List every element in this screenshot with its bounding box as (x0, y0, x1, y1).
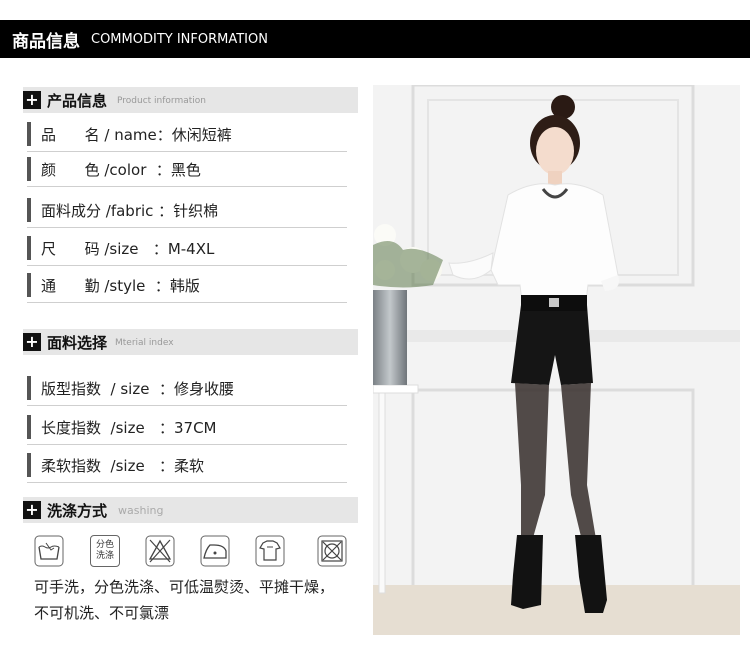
divider (27, 151, 347, 152)
row-marker (27, 122, 31, 146)
material-row: 柔软指数 /size ：柔软 (27, 451, 347, 483)
material-row: 长度指数 /size ：37CM (27, 413, 347, 445)
divider (27, 186, 347, 187)
section-subtitle: Mterial index (115, 338, 174, 348)
divider (27, 482, 347, 483)
wash-description-2: 不可机洗、不可氯漂 (34, 604, 170, 622)
divider (27, 405, 347, 406)
low-iron-icon (200, 535, 230, 567)
section-title: 面料选择 (47, 334, 108, 352)
row-marker (27, 376, 31, 400)
section-product-info: + 产品信息 Product information (23, 87, 358, 113)
material-row-text: 版型指数 / size ：修身收腰 (41, 380, 234, 398)
row-marker (27, 273, 31, 297)
row-marker (27, 453, 31, 477)
row-marker (27, 415, 31, 439)
divider (27, 265, 347, 266)
section-subtitle: washing (118, 504, 164, 517)
page-header: 商品信息 COMMODITY INFORMATION (0, 20, 750, 58)
row-marker (27, 157, 31, 181)
header-title-cn: 商品信息 (12, 32, 80, 52)
no-tumble-icon (317, 535, 347, 567)
info-row-text: 面料成分 /fabric ：针织棉 (41, 202, 219, 220)
material-row-text: 柔软指数 /size ：柔软 (41, 457, 204, 475)
section-material: + 面料选择 Mterial index (23, 329, 358, 355)
product-photo (373, 85, 740, 635)
info-row: 面料成分 /fabric ：针织棉 (27, 196, 347, 228)
plus-icon: + (23, 333, 41, 351)
separate-wash-icon: 分色 洗涤 (90, 535, 120, 567)
info-row-text: 尺 码 /size ：M-4XL (41, 240, 215, 258)
section-title: 产品信息 (47, 92, 108, 110)
material-row-text: 长度指数 /size ：37CM (41, 419, 217, 437)
no-bleach-icon (145, 535, 175, 567)
section-title: 洗涤方式 (47, 502, 108, 520)
info-row: 尺 码 /size ：M-4XL (27, 234, 347, 266)
row-marker (27, 198, 31, 222)
icon-text: 分色 (95, 540, 114, 550)
material-row: 版型指数 / size ：修身收腰 (27, 374, 347, 406)
divider (27, 444, 347, 445)
hand-wash-icon (34, 535, 64, 567)
section-subtitle: Product information (117, 96, 206, 106)
info-row: 通 勤 /style ：韩版 (27, 271, 347, 303)
header-title-en: COMMODITY INFORMATION (91, 32, 268, 47)
plus-icon: + (23, 501, 41, 519)
info-row: 颜 色 /color ：黑色 (27, 155, 347, 187)
dry-flat-icon (255, 535, 285, 567)
info-row-text: 颜 色 /color ：黑色 (41, 161, 201, 179)
info-row: 品 名 / name：休闲短裤 (27, 120, 347, 152)
row-marker (27, 236, 31, 260)
info-row-text: 品 名 / name：休闲短裤 (41, 126, 232, 144)
plus-icon: + (23, 91, 41, 109)
icon-text: 洗涤 (95, 551, 114, 561)
divider (27, 302, 347, 303)
wash-description-1: 可手洗，分色洗涤、可低温熨烫、平摊干燥， (34, 578, 335, 596)
info-row-text: 通 勤 /style ：韩版 (41, 277, 200, 295)
divider (27, 227, 347, 228)
section-washing: + 洗涤方式 washing (23, 497, 358, 523)
